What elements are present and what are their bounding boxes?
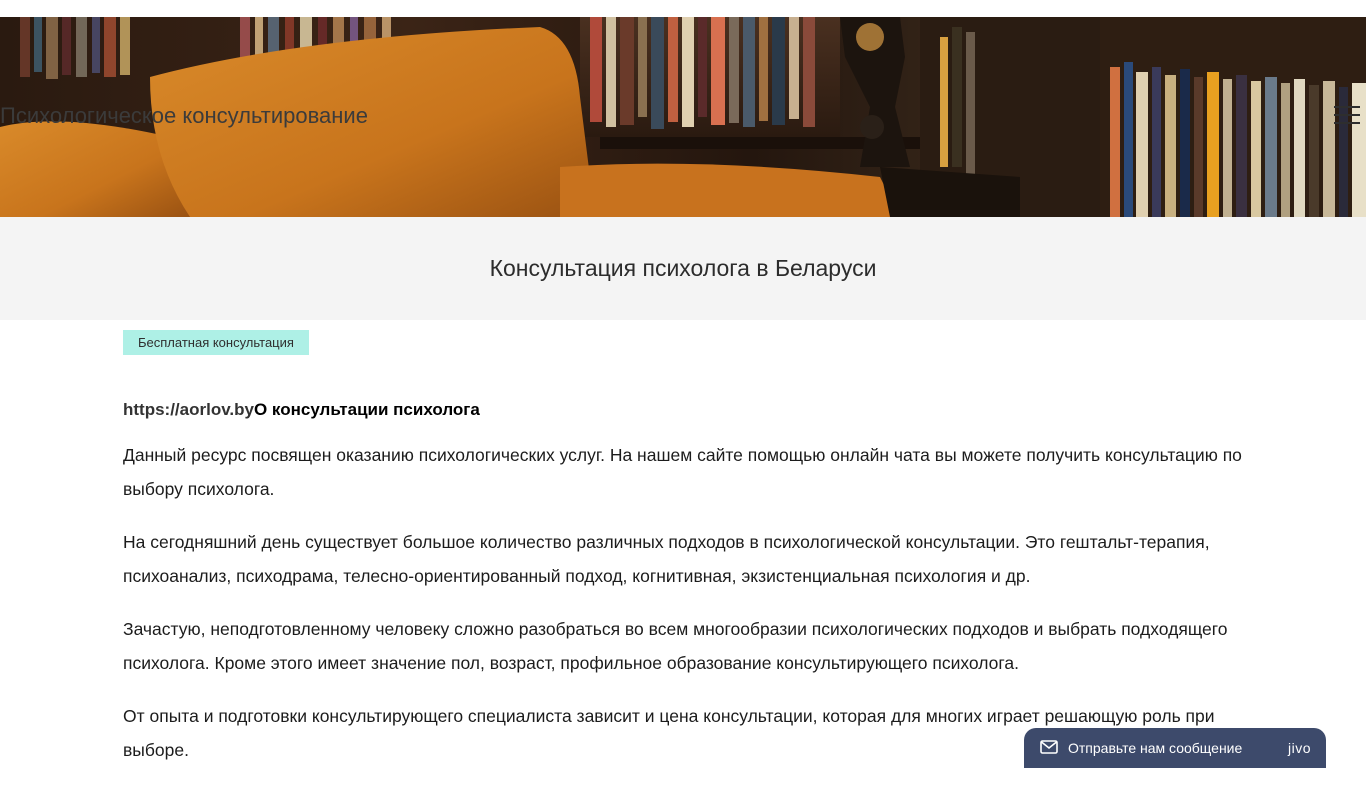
menu-bar-1 xyxy=(1334,106,1360,108)
category-tag[interactable]: Бесплатная консультация xyxy=(123,330,309,355)
page-title: Консультация психолога в Беларуси xyxy=(489,255,877,281)
chat-widget-label: Отправьте нам сообщение xyxy=(1068,740,1243,756)
envelope-icon xyxy=(1040,740,1058,754)
site-title[interactable]: Психологическое консультирование xyxy=(0,103,368,129)
lead-heading: О консультации психолога xyxy=(253,400,480,419)
top-strip xyxy=(0,0,1366,17)
menu-bar-2 xyxy=(1334,114,1360,116)
paragraph-1: Данный ресурс посвящен оказанию психолог… xyxy=(123,445,1242,499)
paragraph-3: Зачастую, неподготовленному человеку сло… xyxy=(123,619,1228,673)
paragraph-2: На сегодняшний день существует большое к… xyxy=(123,532,1210,586)
jivo-logo: jivo xyxy=(1288,740,1312,756)
hero-banner: Психологическое консультирование xyxy=(0,17,1366,217)
lead-url[interactable]: https://aorlov.by xyxy=(123,400,254,419)
article-lead: https://aorlov.byО консультации психолог… xyxy=(123,396,1243,424)
page-title-band: Консультация психолога в Беларуси xyxy=(0,217,1366,320)
menu-bar-3 xyxy=(1334,122,1360,124)
hamburger-menu-icon[interactable] xyxy=(1334,104,1360,126)
chat-widget-button[interactable]: Отправьте нам сообщение jivo xyxy=(1024,728,1326,768)
